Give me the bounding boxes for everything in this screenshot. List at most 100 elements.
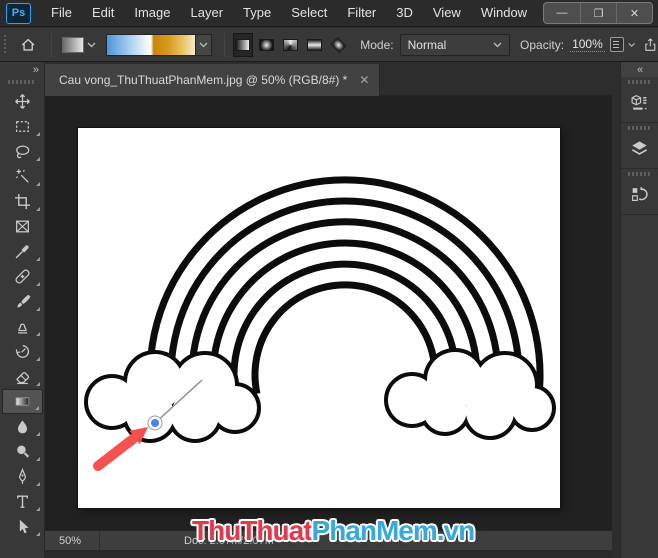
- photoshop-window: Ps File Edit Image Layer Type Select Fil…: [0, 0, 658, 558]
- history-brush-icon: [14, 343, 31, 360]
- canvas-pasteboard: [45, 96, 612, 530]
- angle-gradient-icon: [283, 39, 298, 51]
- document-area: Cau vong_ThuThuatPhanMem.jpg @ 50% (RGB/…: [45, 62, 612, 558]
- menu-bar: Ps File Edit Image Layer Type Select Fil…: [0, 0, 658, 27]
- tool-history-brush[interactable]: [2, 339, 43, 364]
- home-icon[interactable]: [20, 35, 36, 55]
- tool-gradient[interactable]: [2, 389, 43, 414]
- tool-brush[interactable]: [2, 289, 43, 314]
- brush-icon: [14, 293, 31, 310]
- separator: [224, 33, 225, 57]
- marquee-icon: [14, 118, 31, 135]
- gradient-type-radial-button[interactable]: [257, 33, 277, 57]
- chevron-down-icon[interactable]: [628, 42, 635, 48]
- toolbar-grip[interactable]: [8, 80, 36, 84]
- menu-file[interactable]: File: [41, 0, 82, 26]
- menu-image[interactable]: Image: [124, 0, 180, 26]
- zoom-level-field[interactable]: 50%: [45, 531, 100, 550]
- tab-bar: Cau vong_ThuThuatPhanMem.jpg @ 50% (RGB/…: [45, 62, 612, 96]
- diamond-gradient-icon: [330, 36, 346, 52]
- radial-gradient-icon: [259, 39, 274, 51]
- document-canvas[interactable]: [78, 128, 560, 508]
- opacity-slider-icon[interactable]: [610, 37, 624, 52]
- linear-gradient-icon: [235, 39, 250, 51]
- tool-clone-stamp[interactable]: [2, 314, 43, 339]
- watermark: ThuThuatPhanMem.vn: [192, 515, 474, 547]
- gradient-type-linear-button[interactable]: [233, 33, 253, 57]
- tool-magic-wand[interactable]: [2, 164, 43, 189]
- left-cloud-selection: [88, 354, 257, 439]
- reflected-gradient-icon: [307, 39, 322, 51]
- panel-gutter: [612, 62, 620, 558]
- panel-history-button[interactable]: [625, 181, 655, 207]
- eraser-icon: [14, 368, 31, 385]
- menu-window[interactable]: Window: [471, 0, 537, 26]
- menu-edit[interactable]: Edit: [82, 0, 124, 26]
- healing-brush-icon: [14, 268, 31, 285]
- tool-dodge[interactable]: [2, 439, 43, 464]
- photoshop-logo: Ps: [6, 3, 31, 24]
- close-button[interactable]: ✕: [616, 3, 652, 23]
- tool-path-selection[interactable]: [2, 514, 43, 539]
- tool-frame[interactable]: [2, 214, 43, 239]
- gradient-type-diamond-button[interactable]: [328, 33, 348, 57]
- blur-drop-icon: [14, 418, 31, 435]
- blend-mode-value: Normal: [408, 38, 447, 52]
- tool-blur[interactable]: [2, 414, 43, 439]
- menu-select[interactable]: Select: [281, 0, 337, 26]
- minimize-button[interactable]: —: [544, 3, 580, 23]
- gradient-type-angle-button[interactable]: [281, 33, 301, 57]
- tool-pen[interactable]: [2, 464, 43, 489]
- tool-lasso[interactable]: [2, 139, 43, 164]
- tool-eraser[interactable]: [2, 364, 43, 389]
- type-icon: [14, 493, 31, 510]
- menu-3d[interactable]: 3D: [386, 0, 423, 26]
- panel-grip[interactable]: [628, 80, 652, 84]
- tool-preset-picker[interactable]: [62, 37, 96, 53]
- frame-icon: [14, 218, 31, 235]
- menu-items: File Edit Image Layer Type Select Filter…: [41, 0, 584, 26]
- panel-properties-button[interactable]: [625, 89, 655, 115]
- maximize-button[interactable]: ❐: [580, 3, 616, 23]
- document-tab[interactable]: Cau vong_ThuThuatPhanMem.jpg @ 50% (RGB/…: [45, 64, 380, 96]
- panel-grip[interactable]: [628, 172, 652, 176]
- menu-type[interactable]: Type: [233, 0, 281, 26]
- document-artwork: [78, 128, 560, 508]
- tool-crop[interactable]: [2, 189, 43, 214]
- selection-arrow-icon: [14, 518, 31, 535]
- tool-eyedropper[interactable]: [2, 239, 43, 264]
- menu-filter[interactable]: Filter: [337, 0, 386, 26]
- lasso-icon: [14, 143, 31, 160]
- options-bar: Mode: Normal Opacity: 100%: [0, 28, 658, 62]
- panel-grip[interactable]: [628, 126, 652, 130]
- layers-icon: [630, 139, 649, 158]
- gradient-picker-chevron[interactable]: [195, 35, 211, 55]
- menu-view[interactable]: View: [423, 0, 471, 26]
- panel-layers-button[interactable]: [625, 135, 655, 161]
- blend-mode-select[interactable]: Normal: [400, 34, 510, 56]
- history-icon: [630, 185, 649, 204]
- tool-spot-healing-brush[interactable]: [2, 264, 43, 289]
- toolbar-collapse[interactable]: »: [0, 62, 44, 77]
- tool-type[interactable]: [2, 489, 43, 514]
- share-icon[interactable]: [643, 36, 658, 54]
- panel-collapse[interactable]: «: [621, 62, 658, 77]
- opacity-input[interactable]: 100%: [570, 37, 605, 52]
- pen-icon: [14, 468, 31, 485]
- properties-icon: [630, 93, 649, 112]
- crop-icon: [14, 193, 31, 210]
- gradient-preview-control[interactable]: [106, 34, 212, 56]
- bottom-strip: [45, 550, 612, 558]
- tab-close-icon[interactable]: ✕: [359, 73, 369, 87]
- tool-rectangular-marquee[interactable]: [2, 114, 43, 139]
- gradient-type-reflected-button[interactable]: [304, 33, 324, 57]
- watermark-blue-text: PhanMem.vn: [312, 515, 475, 546]
- menu-layer[interactable]: Layer: [181, 0, 234, 26]
- eyedropper-icon: [14, 243, 31, 260]
- gradient-icon: [14, 393, 31, 410]
- right-cloud: [388, 352, 552, 436]
- chevron-down-icon: [493, 42, 502, 48]
- chevron-down-icon: [199, 42, 208, 48]
- tools-panel: »: [0, 62, 45, 558]
- tool-move[interactable]: [2, 89, 43, 114]
